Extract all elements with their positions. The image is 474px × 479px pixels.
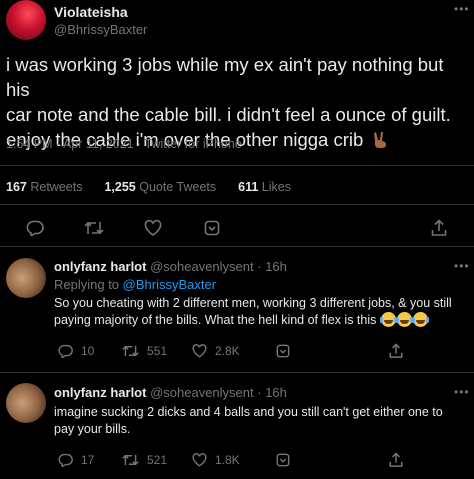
replying-to-handle[interactable]: @BhrissyBaxter bbox=[123, 277, 216, 292]
tweet-text-line: car note and the cable bill. i didn't fe… bbox=[6, 104, 451, 125]
share-icon[interactable] bbox=[431, 219, 447, 237]
reply-button[interactable]: 17 bbox=[58, 453, 94, 467]
reply-text: imagine sucking 2 dicks and 4 balls and … bbox=[54, 405, 443, 436]
share-icon[interactable] bbox=[389, 452, 403, 468]
reply-text: So you cheating with 2 different men, wo… bbox=[54, 296, 452, 327]
tweet-timestamp[interactable]: 1:54 PM · Apr 11, 2021 · Twitter for iPh… bbox=[6, 137, 242, 151]
author-handle[interactable]: @BhrissyBaxter bbox=[54, 22, 147, 37]
divider bbox=[0, 204, 474, 205]
bookmark-icon[interactable] bbox=[204, 220, 220, 236]
more-dots-icon[interactable]: ••• bbox=[454, 2, 470, 16]
tweet-text-line: i was working 3 jobs while my ex ain't p… bbox=[6, 54, 444, 100]
like-button[interactable]: 2.8K bbox=[192, 344, 240, 358]
heart-icon[interactable] bbox=[144, 220, 162, 236]
quote-tweets-stat[interactable]: 1,255 Quote Tweets bbox=[104, 180, 216, 194]
reply-icon[interactable] bbox=[26, 220, 44, 236]
replying-to: Replying to @BhrissyBaxter bbox=[54, 277, 217, 292]
like-button[interactable]: 1.8K bbox=[192, 453, 240, 467]
reply-header: onlyfanz harlot @soheavenlysent · 16h bbox=[54, 385, 287, 400]
bookmark-icon[interactable] bbox=[276, 453, 290, 467]
reply-header: onlyfanz harlot @soheavenlysent · 16h bbox=[54, 259, 287, 274]
reply-handle[interactable]: @soheavenlysent bbox=[150, 259, 254, 274]
retweet-icon[interactable] bbox=[84, 220, 104, 236]
more-dots-icon[interactable]: ••• bbox=[454, 385, 470, 399]
crying-laughing-emoji-icon bbox=[395, 312, 413, 327]
reply-display-name[interactable]: onlyfanz harlot bbox=[54, 259, 146, 274]
reply-button[interactable]: 10 bbox=[58, 344, 94, 358]
bookmark-icon[interactable] bbox=[276, 344, 290, 358]
share-icon[interactable] bbox=[389, 343, 403, 359]
author-avatar[interactable] bbox=[6, 0, 46, 40]
reply-handle[interactable]: @soheavenlysent bbox=[150, 385, 254, 400]
reply-time[interactable]: · 16h bbox=[257, 259, 287, 274]
reply-display-name[interactable]: onlyfanz harlot bbox=[54, 385, 146, 400]
retweets-stat[interactable]: 167 Retweets bbox=[6, 180, 82, 194]
likes-stat[interactable]: 611 Likes bbox=[238, 180, 291, 194]
divider bbox=[0, 246, 474, 247]
retweet-button[interactable]: 551 bbox=[122, 344, 167, 358]
crying-laughing-emoji-icon bbox=[379, 312, 397, 327]
tweet-stats: 167 Retweets 1,255 Quote Tweets 611 Like… bbox=[6, 180, 291, 194]
divider bbox=[0, 372, 474, 373]
reply-avatar[interactable] bbox=[6, 258, 46, 298]
reply-avatar[interactable] bbox=[6, 383, 46, 423]
more-dots-icon[interactable]: ••• bbox=[454, 259, 470, 273]
divider bbox=[0, 165, 474, 166]
reply-time[interactable]: · 16h bbox=[257, 385, 287, 400]
crying-laughing-emoji-icon bbox=[411, 312, 429, 327]
author-display-name[interactable]: Violateisha bbox=[54, 4, 128, 20]
retweet-button[interactable]: 521 bbox=[122, 453, 167, 467]
victory-hand-emoji-icon bbox=[372, 130, 388, 148]
